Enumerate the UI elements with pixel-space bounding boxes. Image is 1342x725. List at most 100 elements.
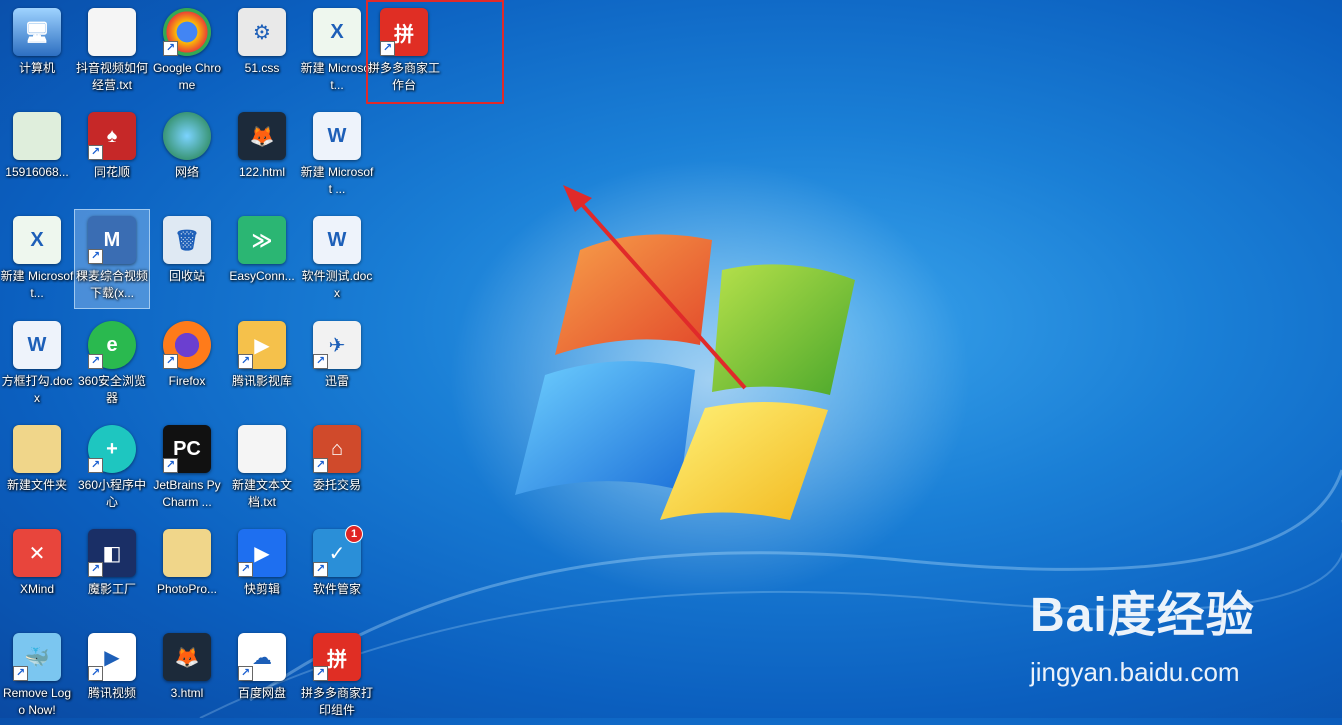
desktop-icon[interactable]: ✕ XMind — [0, 523, 74, 621]
desktop-icon[interactable]: W 方框打勾.docx — [0, 315, 74, 413]
remove-logo-icon: 🐳 ↗ — [13, 633, 61, 681]
shortcut-arrow-icon: ↗ — [88, 458, 103, 473]
desktop-icon-label: 网络 — [174, 165, 199, 179]
desktop-icon-label: 快剪辑 — [243, 582, 280, 596]
tencent-video-lib-icon: ▶ ↗ — [238, 321, 286, 369]
recycle-bin-icon: 🗑 — [163, 216, 211, 264]
xunlei-icon: ✈ ↗ — [313, 321, 361, 369]
desktop-icon[interactable]: + ↗ 360小程序中心 — [75, 419, 149, 517]
desktop-icon-label: 同花顺 — [93, 165, 130, 179]
desktop-icon[interactable]: 网络 — [150, 106, 224, 204]
desktop-icon[interactable]: ♠ ↗ 同花顺 — [75, 106, 149, 204]
network-icon — [163, 112, 211, 160]
desktop-icon-label: XMind — [19, 582, 54, 596]
desktop-icon[interactable]: ◧ ↗ 魔影工厂 — [75, 523, 149, 621]
excel-file-icon: X — [13, 216, 61, 264]
desktop-icon[interactable]: 🖥 计算机 — [0, 2, 74, 100]
desktop-icon[interactable]: 15916068... — [0, 106, 74, 204]
desktop-icon-label: 122.html — [238, 165, 286, 179]
desktop-icon[interactable]: ↗ Google Chrome — [150, 2, 224, 100]
desktop-icon-label: 3.html — [170, 686, 204, 700]
desktop-icon[interactable]: W 软件测试.docx — [300, 210, 374, 308]
shortcut-arrow-icon: ↗ — [88, 354, 103, 369]
text-file-icon — [88, 8, 136, 56]
desktop-icon[interactable]: ✓ ↗ 1 软件管家 — [300, 523, 374, 621]
pycharm-icon: PC ↗ — [163, 425, 211, 473]
computer-icon: 🖥 — [13, 8, 61, 56]
desktop-icon[interactable]: ▶ ↗ 快剪辑 — [225, 523, 299, 621]
desktop-icon[interactable]: 抖音视频如何经营.txt — [75, 2, 149, 100]
baidu-watermark: Bai度经验 jingyan.baidu.com — [1030, 575, 1330, 695]
desktop-icon-label: 迅雷 — [324, 374, 349, 388]
desktop-icon-label: 360小程序中心 — [77, 478, 147, 509]
desktop-icon-label: 软件测试.docx — [301, 269, 373, 300]
desktop-icon[interactable]: 🦊 3.html — [150, 627, 224, 725]
weituo-trade-icon: ⌂ ↗ — [313, 425, 361, 473]
desktop-icon[interactable]: 🐳 ↗ Remove Logo Now! — [0, 627, 74, 725]
shortcut-arrow-icon: ↗ — [88, 666, 103, 681]
firefox-file-icon: 🦊 — [163, 633, 211, 681]
image-file-icon — [13, 112, 61, 160]
desktop-icon[interactable]: ✈ ↗ 迅雷 — [300, 315, 374, 413]
desktop-icon[interactable]: ⚙ 51.css — [225, 2, 299, 100]
desktop-icon[interactable]: W 新建 Microsoft ... — [300, 106, 374, 204]
xmind-icon: ✕ — [13, 529, 61, 577]
desktop-icon-label: 计算机 — [18, 61, 55, 75]
shortcut-arrow-icon: ↗ — [238, 666, 253, 681]
desktop-icon[interactable]: M ↗ 稞麦综合视频下载(x... — [74, 209, 150, 309]
shortcut-arrow-icon: ↗ — [88, 249, 103, 264]
desktop-icon-label: 委托交易 — [312, 478, 361, 492]
desktop-icon[interactable]: PC ↗ JetBrains PyCharm ... — [150, 419, 224, 517]
annotation-highlight-box — [366, 0, 504, 104]
desktop-icon[interactable]: 🗑 回收站 — [150, 210, 224, 308]
desktop-icon-label: 稞麦综合视频下载(x... — [75, 269, 148, 300]
desktop-icon[interactable]: 新建文本文档.txt — [225, 419, 299, 517]
shortcut-arrow-icon: ↗ — [163, 458, 178, 473]
desktop-icon[interactable]: ▶ ↗ 腾讯视频 — [75, 627, 149, 725]
tonghuashun-icon: ♠ ↗ — [88, 112, 136, 160]
shortcut-arrow-icon: ↗ — [88, 145, 103, 160]
notification-badge: 1 — [345, 525, 363, 543]
desktop-icon-label: 魔影工厂 — [87, 582, 136, 596]
desktop-icon-label: Google Chrome — [152, 61, 222, 92]
folder-icon — [163, 529, 211, 577]
desktop-icon-label: 新建 Microsoft... — [300, 61, 374, 92]
text-file-icon — [238, 425, 286, 473]
desktop-icon-label: Remove Logo Now! — [2, 686, 72, 717]
desktop-icon[interactable]: ☁ ↗ 百度网盘 — [225, 627, 299, 725]
desktop-icon[interactable]: 拼 ↗ 拼多多商家打印组件 — [300, 627, 374, 725]
watermark-site: jingyan.baidu.com — [1030, 657, 1240, 687]
moying-icon: ◧ ↗ — [88, 529, 136, 577]
shortcut-arrow-icon: ↗ — [163, 41, 178, 56]
css-file-icon: ⚙ — [238, 8, 286, 56]
shortcut-arrow-icon: ↗ — [238, 562, 253, 577]
desktop-icon[interactable]: ≫ EasyConn... — [225, 210, 299, 308]
desktop-icon-label: 新建文件夹 — [6, 478, 67, 492]
desktop-icon-label: 腾讯影视库 — [231, 374, 292, 388]
desktop-icon-label: 新建文本文档.txt — [231, 478, 292, 509]
firefox-file-icon: 🦊 — [238, 112, 286, 160]
tencent-video-icon: ▶ ↗ — [88, 633, 136, 681]
desktop-icon[interactable]: ▶ ↗ 腾讯影视库 — [225, 315, 299, 413]
word-file-icon: W — [13, 321, 61, 369]
desktop-icon[interactable]: ↗ Firefox — [150, 315, 224, 413]
desktop-icon-label: JetBrains PyCharm ... — [153, 478, 221, 509]
desktop-icon[interactable]: 新建文件夹 — [0, 419, 74, 517]
pinduoduo-print-icon: 拼 ↗ — [313, 633, 361, 681]
desktop-icon-label: EasyConn... — [229, 269, 295, 283]
kemai-icon: M ↗ — [88, 216, 136, 264]
desktop-icon-grid: 🖥 计算机 抖音视频如何经营.txt ↗ Google Chrome ⚙ 51.css X 新建… — [0, 0, 440, 718]
desktop-icon[interactable]: e ↗ 360安全浏览器 — [75, 315, 149, 413]
desktop-icon[interactable]: 🦊 122.html — [225, 106, 299, 204]
desktop-icon-label: 百度网盘 — [237, 686, 286, 700]
desktop-icon[interactable]: X 新建 Microsoft... — [0, 210, 74, 308]
shortcut-arrow-icon: ↗ — [313, 354, 328, 369]
shortcut-arrow-icon: ↗ — [13, 666, 28, 681]
desktop-icon-label: 51.css — [244, 61, 280, 75]
desktop-icon-label: 回收站 — [168, 269, 205, 283]
baidu-netdisk-icon: ☁ ↗ — [238, 633, 286, 681]
desktop-icon[interactable]: PhotoPro... — [150, 523, 224, 621]
desktop-icon-label: 腾讯视频 — [87, 686, 136, 700]
desktop-icon[interactable]: ⌂ ↗ 委托交易 — [300, 419, 374, 517]
desktop-icon[interactable]: X 新建 Microsoft... — [300, 2, 374, 100]
